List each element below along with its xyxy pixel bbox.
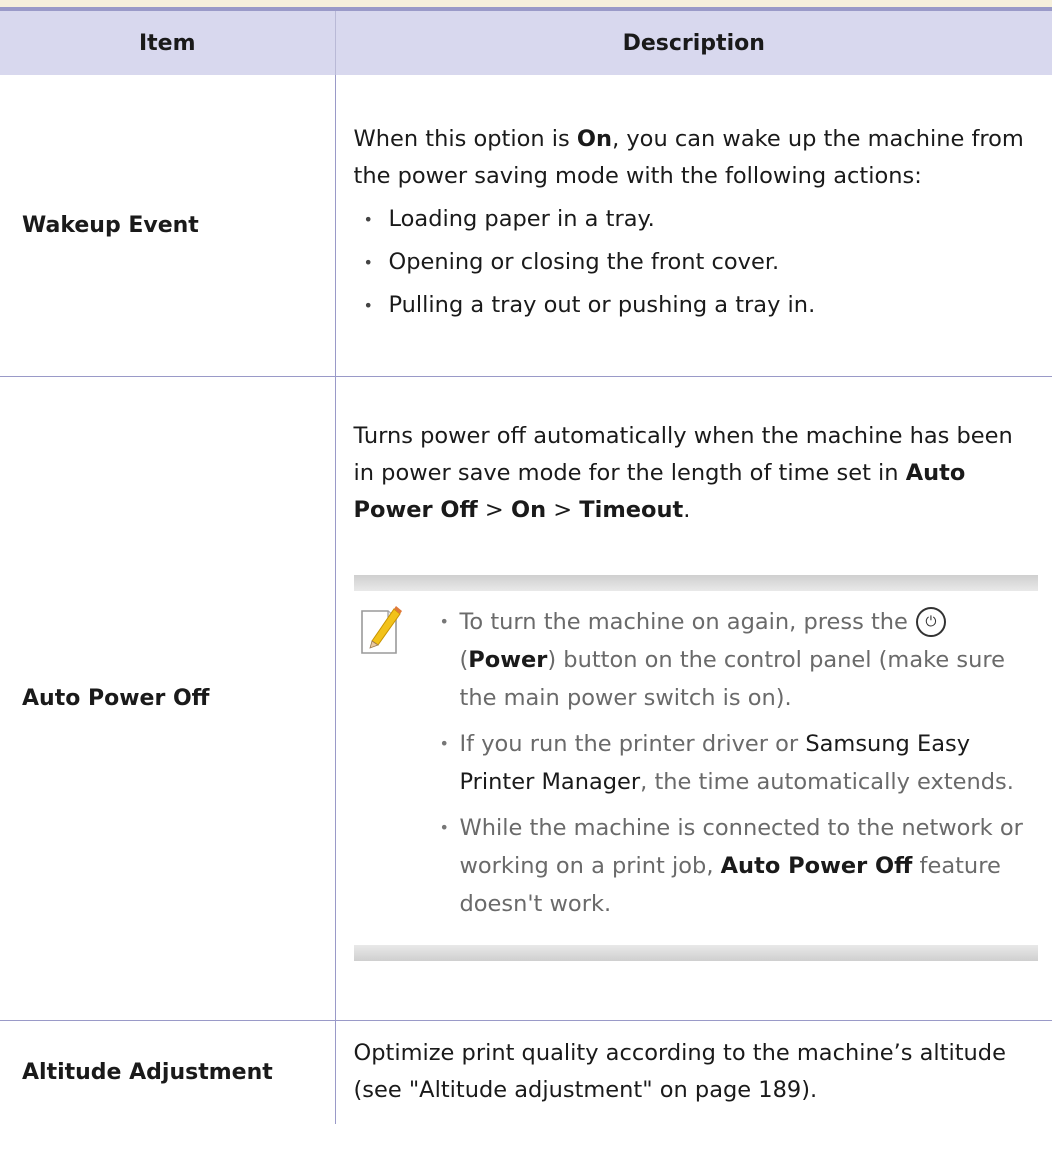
list-item: • Pulling a tray out or pushing a tray in… bbox=[363, 291, 816, 318]
auto-power-off-description: Turns power off automatically when the m… bbox=[353, 422, 1013, 523]
altitude-description: Optimize print quality according to the … bbox=[353, 1040, 1006, 1104]
description-cell: When this option is On, you can wake up … bbox=[335, 75, 1052, 376]
top-strip bbox=[0, 0, 1052, 7]
note-bottom-bar bbox=[353, 944, 1038, 961]
wakeup-intro: When this option is On, you can wake up … bbox=[353, 125, 1024, 189]
list-item: • While the machine is connected to the n… bbox=[439, 814, 1023, 917]
description-cell: Optimize print quality according to the … bbox=[335, 1019, 1052, 1124]
wakeup-actions-list: • Loading paper in a tray. • Opening or cl… bbox=[354, 201, 1039, 324]
note-box: • To turn the machine on again, press the… bbox=[353, 574, 1039, 961]
table-row-altitude-adjustment: Altitude Adjustment Optimize print quali… bbox=[0, 1019, 1052, 1124]
table-row-auto-power-off: Auto Power Off Turns power off automatic… bbox=[0, 375, 1052, 1020]
table-header-row: Item Description bbox=[0, 7, 1052, 75]
description-cell: Turns power off automatically when the m… bbox=[335, 375, 1052, 1020]
power-icon: ⏻ bbox=[915, 607, 946, 637]
note-list: • To turn the machine on again, press the… bbox=[416, 603, 1039, 931]
list-item: • Loading paper in a tray. bbox=[363, 205, 655, 232]
column-header-item: Item bbox=[0, 7, 336, 75]
item-auto-power-off: Auto Power Off bbox=[0, 375, 336, 1020]
table-row-wakeup-event: Wakeup Event When this option is On, you… bbox=[0, 75, 1052, 376]
list-item: • Opening or closing the front cover. bbox=[363, 248, 780, 275]
list-item: • If you run the printer driver or Samsun… bbox=[439, 730, 1014, 795]
list-item: • To turn the machine on again, press the… bbox=[439, 607, 1005, 711]
settings-table: Item Description Wakeup Event When this … bbox=[0, 7, 1052, 1124]
item-wakeup-event: Wakeup Event bbox=[0, 75, 336, 376]
item-altitude-adjustment: Altitude Adjustment bbox=[0, 1019, 336, 1124]
note-pencil-icon bbox=[354, 603, 416, 931]
note-top-bar bbox=[353, 574, 1038, 591]
column-header-description: Description bbox=[335, 7, 1052, 75]
